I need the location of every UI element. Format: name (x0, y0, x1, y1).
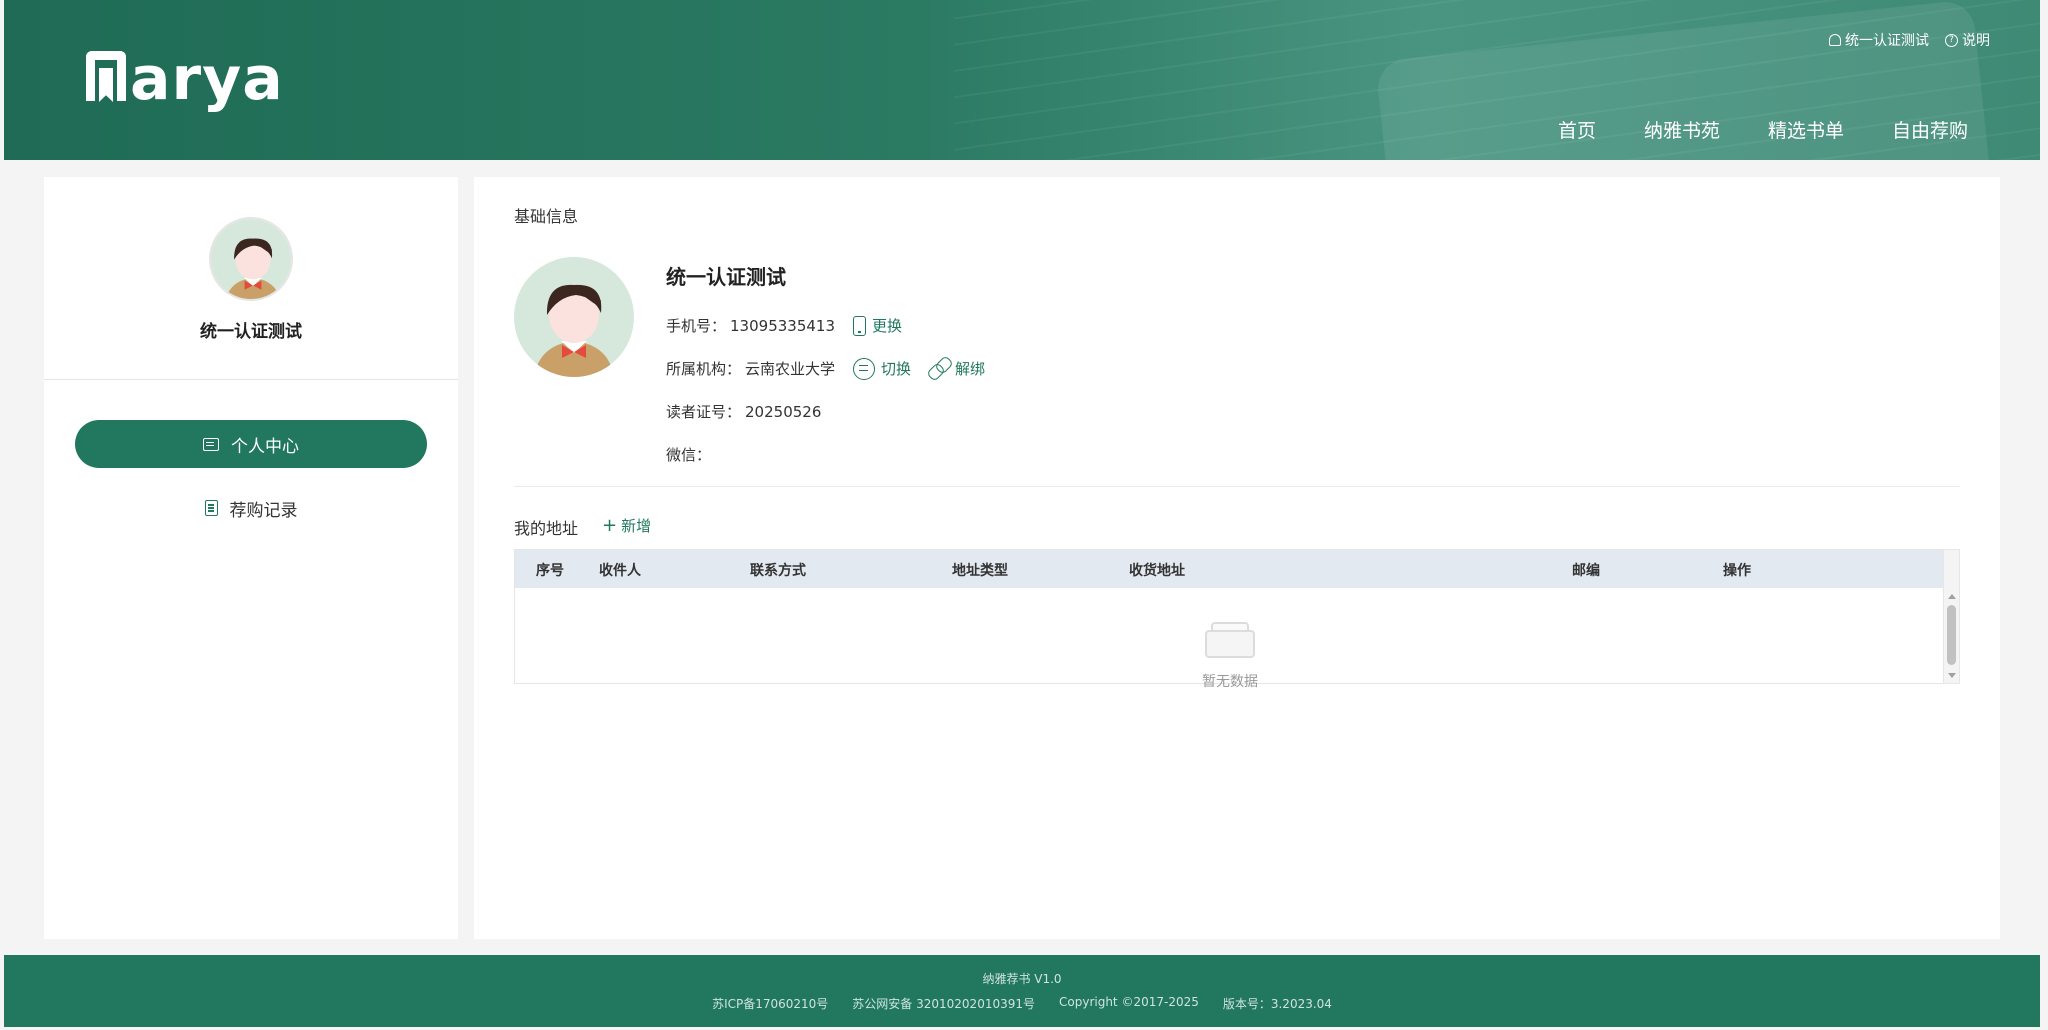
profile-name: 统一认证测试 (666, 265, 786, 289)
footer-info: 苏ICP备17060210号 苏公网安备 32010202010391号 Cop… (4, 995, 2040, 1012)
empty-inbox-icon (1205, 622, 1255, 658)
plus-icon: + (602, 514, 618, 536)
footer-app-version: 纳雅荐书 V1.0 (982, 972, 1062, 986)
org-label: 所属机构： (666, 360, 742, 378)
phone-row: 手机号： 13095335413 更换 (666, 304, 999, 347)
footer-icp-link[interactable]: 苏ICP备17060210号 (712, 995, 828, 1012)
user-link-label: 统一认证测试 (1845, 33, 1929, 49)
change-phone-label: 更换 (872, 317, 903, 335)
main-panel: 基础信息 统一认证测试 手机号： 13095335413 更换 所属机构： 云南… (474, 177, 2000, 939)
main-nav: 首页 纳雅书苑 精选书单 自由荐购 (1558, 116, 1968, 143)
reader-label: 读者证号： (666, 403, 742, 421)
user-link[interactable]: 统一认证测试 (1829, 30, 1929, 50)
sidebar: 统一认证测试 个人中心 荐购记录 (44, 177, 458, 939)
logo-text: arya (130, 44, 284, 114)
switch-org-label: 切换 (881, 360, 912, 378)
column-header: 地址类型 (952, 563, 1008, 579)
help-link[interactable]: ? 说明 (1945, 30, 1990, 50)
org-row: 所属机构： 云南农业大学 切换 解绑 (666, 347, 999, 390)
nav-home[interactable]: 首页 (1558, 116, 1596, 143)
profile-info: 统一认证测试 手机号： 13095335413 更换 所属机构： 云南农业大学 … (666, 261, 999, 476)
column-header: 收件人 (599, 563, 641, 579)
section-title: 基础信息 (514, 207, 579, 226)
column-header: 序号 (536, 563, 564, 579)
top-links: 统一认证测试 ? 说明 (1829, 30, 1990, 50)
sidebar-item-recommend-records[interactable]: 荐购记录 (75, 484, 427, 532)
section-divider (514, 486, 1960, 487)
address-title: 我的地址 (514, 519, 579, 538)
site-footer: 纳雅荐书 V1.0 苏ICP备17060210号 苏公网安备 320102020… (4, 955, 2040, 1027)
switch-org-button[interactable]: 切换 (853, 357, 912, 380)
column-header: 操作 (1723, 563, 1751, 579)
column-header: 收货地址 (1129, 563, 1185, 579)
avatar (209, 217, 293, 301)
table-scrollbar[interactable] (1943, 550, 1959, 683)
address-table: 序号 收件人 联系方式 地址类型 收货地址 邮编 操作 暂无数据 (514, 549, 1960, 690)
change-phone-button[interactable]: 更换 (853, 315, 902, 336)
footer-police-link[interactable]: 苏公网安备 32010202010391号 (852, 995, 1035, 1012)
unbind-org-button[interactable]: 解绑 (929, 358, 985, 379)
user-icon (1829, 34, 1841, 46)
id-card-icon (203, 437, 219, 451)
scroll-down-icon[interactable] (1948, 673, 1956, 678)
footer-version: 版本号：3.2023.04 (1222, 997, 1332, 1011)
sidebar-divider (44, 379, 458, 380)
sidebar-item-personal-center[interactable]: 个人中心 (75, 420, 427, 468)
phone-value: 13095335413 (730, 316, 835, 335)
site-header: arya 统一认证测试 ? 说明 首页 纳雅书苑 精选书单 自由荐购 (4, 0, 2040, 160)
scrollbar-thumb[interactable] (1947, 605, 1956, 665)
add-address-label: 新增 (621, 517, 652, 535)
footer-copyright: Copyright ©2017-2025 (1059, 995, 1199, 1009)
document-icon (204, 500, 218, 516)
org-value: 云南农业大学 (745, 360, 836, 378)
column-header: 联系方式 (750, 563, 806, 579)
switch-icon (853, 357, 876, 380)
add-address-button[interactable]: + 新增 (602, 515, 651, 536)
help-icon: ? (1945, 33, 1958, 47)
logo[interactable]: arya (86, 44, 284, 114)
nav-free-recommend[interactable]: 自由荐购 (1892, 116, 1968, 143)
logo-mark-icon (86, 51, 126, 101)
wechat-label: 微信： (666, 446, 712, 464)
unlink-icon (929, 359, 949, 379)
phone-icon (853, 315, 866, 336)
nav-booklists[interactable]: 精选书单 (1768, 116, 1844, 143)
phone-label: 手机号： (666, 317, 727, 335)
nav-naya-shuyuan[interactable]: 纳雅书苑 (1644, 116, 1720, 143)
sidebar-user-name: 统一认证测试 (200, 322, 302, 342)
column-header: 邮编 (1572, 563, 1600, 579)
scroll-up-icon[interactable] (1948, 594, 1956, 599)
table-header: 序号 收件人 联系方式 地址类型 收货地址 邮编 操作 (515, 550, 1943, 588)
help-link-label: 说明 (1962, 33, 1990, 49)
reader-id-value: 20250526 (745, 402, 822, 421)
reader-row: 读者证号： 20250526 (666, 390, 999, 433)
unbind-org-label: 解绑 (955, 360, 986, 378)
profile-avatar (514, 257, 634, 377)
sidebar-item-label: 荐购记录 (229, 500, 298, 521)
sidebar-item-label: 个人中心 (231, 436, 299, 457)
wechat-row: 微信： (666, 433, 999, 476)
empty-text: 暂无数据 (1202, 674, 1258, 690)
